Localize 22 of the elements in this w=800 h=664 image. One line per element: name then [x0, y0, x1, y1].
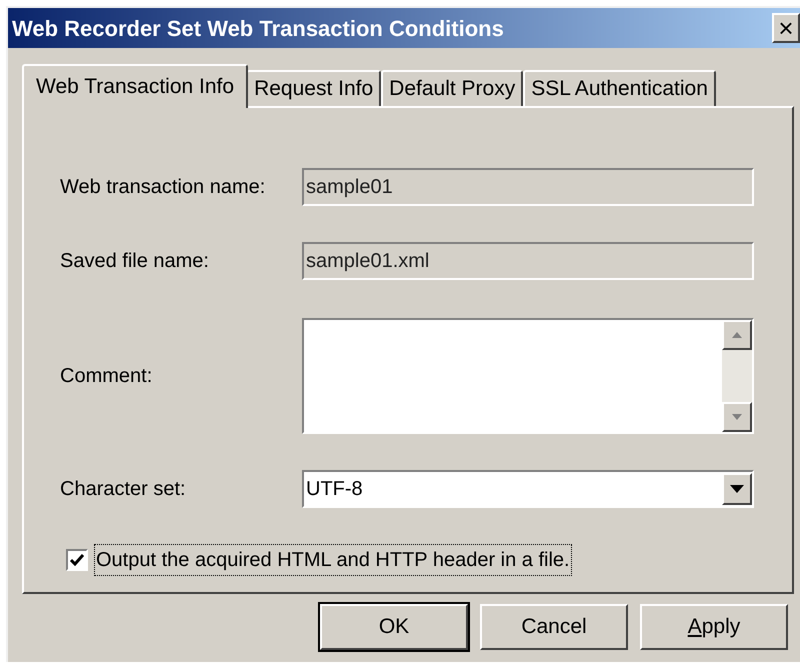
dialog-button[interactable]: Apply: [640, 604, 788, 650]
checkbox[interactable]: [66, 549, 88, 571]
scroll-down-button[interactable]: [722, 402, 752, 432]
checkmark-icon: [70, 554, 84, 566]
tab[interactable]: Default Proxy: [381, 70, 524, 106]
scrollbar[interactable]: [722, 320, 752, 432]
tab[interactable]: Web Transaction Info: [22, 64, 248, 108]
window-title: Web Recorder Set Web Transaction Conditions: [12, 14, 504, 42]
dialog-button[interactable]: Cancel: [480, 604, 628, 650]
field-label: Comment:: [60, 364, 154, 389]
scroll-up-button[interactable]: [722, 320, 752, 350]
field-label: Saved file name:: [60, 249, 210, 274]
close-button[interactable]: ×: [772, 13, 800, 43]
character-set-dropdown[interactable]: UTF-8: [302, 470, 754, 508]
tab[interactable]: SSL Authentication: [523, 70, 716, 106]
caret-icon: [730, 485, 744, 493]
comment-field[interactable]: [302, 318, 754, 434]
field-label: Character set:: [60, 477, 187, 502]
tab[interactable]: Request Info: [246, 70, 382, 106]
field-label: Web transaction name:: [60, 175, 266, 200]
checkbox-label[interactable]: Output the acquired HTML and HTTP header in a file.: [94, 544, 572, 576]
dialog-button[interactable]: OK: [320, 604, 468, 650]
